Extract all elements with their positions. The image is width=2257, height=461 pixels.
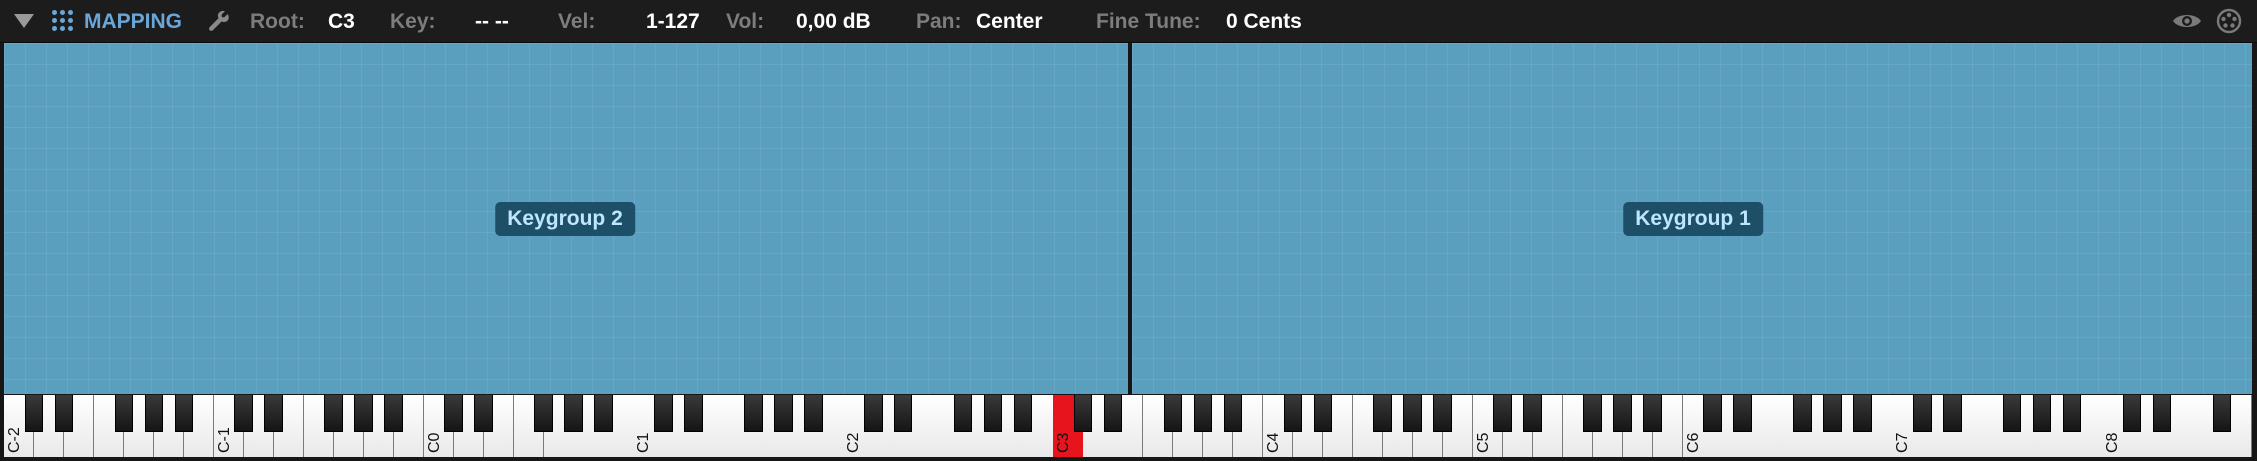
keygroup-zone-2[interactable]: Keygroup 2	[4, 43, 1128, 394]
black-key[interactable]	[654, 395, 673, 432]
black-key[interactable]	[2122, 395, 2142, 432]
black-key[interactable]	[2002, 395, 2022, 432]
black-key[interactable]	[444, 395, 463, 432]
black-key[interactable]	[1193, 395, 1213, 432]
black-key[interactable]	[744, 395, 763, 432]
black-key[interactable]	[534, 395, 553, 432]
key-mapping-area[interactable]: Keygroup 2 Keygroup 1	[4, 43, 2252, 394]
octave-label: C0	[425, 432, 443, 453]
black-key[interactable]	[1163, 395, 1183, 432]
black-key[interactable]	[564, 395, 583, 432]
octave-label: C3	[1055, 432, 1073, 453]
fine-tune-value[interactable]: 0 Cents	[1226, 0, 1302, 42]
black-key[interactable]	[684, 395, 703, 432]
keygroup-label[interactable]: Keygroup 1	[1623, 202, 1763, 236]
octave-label: C4	[1264, 432, 1282, 453]
black-key[interactable]	[1703, 395, 1722, 432]
black-key[interactable]	[1613, 395, 1632, 432]
black-key[interactable]	[1013, 395, 1033, 432]
black-key[interactable]	[1942, 395, 1962, 432]
black-key[interactable]	[2062, 395, 2082, 432]
octave-label: C6	[1684, 432, 1702, 453]
keygroup-label[interactable]: Keygroup 2	[495, 202, 635, 236]
black-key[interactable]	[1433, 395, 1452, 432]
key-label: Key:	[390, 10, 436, 33]
black-key[interactable]	[1583, 395, 1602, 432]
root-label: Root:	[250, 10, 305, 33]
key-value[interactable]: -- --	[475, 0, 509, 42]
vel-value[interactable]: 1-127	[646, 0, 700, 42]
black-key[interactable]	[893, 395, 913, 432]
black-key[interactable]	[1733, 395, 1752, 432]
octave-label: C1	[635, 432, 653, 453]
panel-title: MAPPING	[84, 10, 183, 33]
octave-label: C5	[1474, 432, 1492, 453]
black-key[interactable]	[1283, 395, 1303, 432]
black-key[interactable]	[983, 395, 1003, 432]
black-key[interactable]	[863, 395, 883, 432]
black-key[interactable]	[803, 395, 823, 432]
eye-icon[interactable]	[2172, 11, 2202, 31]
palette-icon[interactable]	[2216, 8, 2242, 34]
vel-label: Vel:	[558, 10, 596, 33]
octave-label: C7	[1894, 432, 1912, 453]
black-key[interactable]	[114, 395, 134, 432]
octave-label: C8	[2104, 432, 2122, 453]
grid-menu-icon[interactable]	[52, 10, 74, 32]
vol-label: Vol:	[726, 10, 765, 33]
black-key[interactable]	[384, 395, 403, 432]
pan-value[interactable]: Center	[976, 0, 1043, 42]
black-key[interactable]	[1493, 395, 1512, 432]
black-key[interactable]	[1103, 395, 1123, 432]
black-key[interactable]	[174, 395, 194, 432]
black-key[interactable]	[1913, 395, 1932, 432]
black-key[interactable]	[324, 395, 343, 432]
mapping-toolbar: MAPPING Root: C3 Key: -- -- Vel: 1-127 V…	[0, 0, 2257, 43]
keygroup-zone-1[interactable]: Keygroup 1	[1132, 43, 2252, 394]
black-key[interactable]	[1073, 395, 1093, 432]
black-key[interactable]	[1403, 395, 1423, 432]
pan-label: Pan:	[916, 10, 962, 33]
vol-value[interactable]: 0,00 dB	[796, 0, 871, 42]
octave-label: C-1	[215, 427, 233, 453]
black-key[interactable]	[1853, 395, 1872, 432]
black-key[interactable]	[1223, 395, 1243, 432]
octave-label: C2	[845, 432, 863, 453]
black-key[interactable]	[594, 395, 613, 432]
wrench-icon[interactable]	[206, 8, 232, 34]
fine-tune-label: Fine Tune:	[1096, 10, 1201, 33]
black-key[interactable]	[264, 395, 284, 432]
black-key[interactable]	[1523, 395, 1542, 432]
black-key[interactable]	[474, 395, 493, 432]
black-key[interactable]	[953, 395, 973, 432]
black-key[interactable]	[1823, 395, 1842, 432]
black-key[interactable]	[54, 395, 74, 432]
black-key[interactable]	[2152, 395, 2172, 432]
black-key[interactable]	[2032, 395, 2052, 432]
black-key[interactable]	[774, 395, 793, 432]
root-value[interactable]: C3	[328, 0, 355, 42]
black-key[interactable]	[1643, 395, 1662, 432]
piano-keyboard[interactable]: C-2 C-1 C0 C1 C2 C3 C4 C5 C6 C7 C8	[4, 395, 2253, 457]
black-key[interactable]	[1373, 395, 1393, 432]
black-key[interactable]	[354, 395, 373, 432]
black-key[interactable]	[234, 395, 254, 432]
black-key[interactable]	[2212, 395, 2232, 432]
black-key[interactable]	[1793, 395, 1812, 432]
octave-label: C-2	[6, 427, 23, 453]
collapse-triangle-icon[interactable]	[14, 14, 34, 28]
black-key[interactable]	[1313, 395, 1333, 432]
black-key[interactable]	[24, 395, 44, 432]
black-key[interactable]	[144, 395, 164, 432]
